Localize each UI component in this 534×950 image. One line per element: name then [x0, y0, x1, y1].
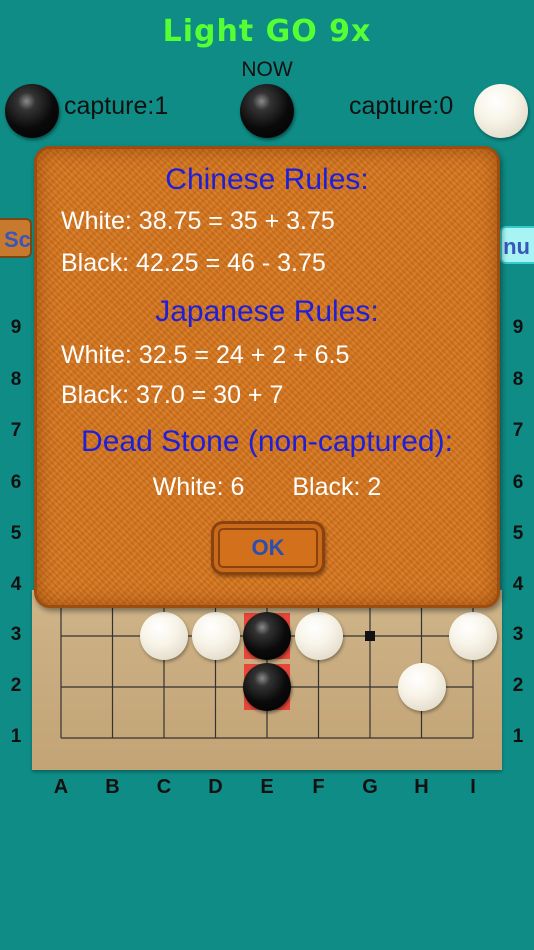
current-turn-stone	[240, 84, 294, 138]
chinese-white-score: White: 38.75 = 35 + 3.75	[61, 207, 335, 235]
score-dialog: Chinese Rules: White: 38.75 = 35 + 3.75 …	[34, 146, 500, 608]
japanese-white-score: White: 32.5 = 24 + 2 + 6.5	[61, 341, 350, 369]
white-capture-count: capture:0	[349, 92, 454, 120]
white-stone-I3	[449, 612, 497, 660]
row-label-left-9: 9	[10, 317, 22, 338]
white-stone-C3	[140, 612, 188, 660]
score-button[interactable]: Sc	[0, 218, 32, 258]
row-label-left-1: 1	[10, 726, 22, 747]
chinese-rules-heading: Chinese Rules:	[165, 163, 369, 196]
row-label-right-7: 7	[512, 420, 524, 441]
black-stone-E2	[243, 663, 291, 711]
column-label-E: E	[260, 776, 274, 798]
white-stone-F3	[294, 612, 343, 660]
chinese-black-score: Black: 42.25 = 46 - 3.75	[61, 249, 326, 277]
row-label-right-8: 8	[512, 369, 524, 390]
row-label-left-5: 5	[10, 523, 22, 544]
column-label-A: A	[53, 776, 69, 798]
column-label-F: F	[312, 776, 325, 798]
last-move-marker	[365, 631, 375, 641]
dead-stone-heading: Dead Stone (non-captured):	[81, 425, 453, 458]
white-stone-H2	[397, 663, 446, 711]
column-label-I: I	[470, 776, 476, 798]
white-stone-D3	[191, 612, 240, 660]
go-board[interactable]	[32, 590, 502, 770]
column-label-H: H	[414, 776, 429, 798]
ok-button[interactable]: OK	[211, 521, 325, 575]
row-label-left-7: 7	[10, 420, 22, 441]
column-label-D: D	[208, 776, 223, 798]
japanese-rules-heading: Japanese Rules:	[155, 295, 379, 328]
column-label-C: C	[156, 776, 172, 798]
menu-button[interactable]: nu	[500, 226, 534, 264]
row-label-right-6: 6	[512, 472, 524, 493]
row-label-right-5: 5	[512, 523, 524, 544]
row-label-right-4: 4	[512, 574, 524, 595]
row-label-right-9: 9	[512, 317, 524, 338]
column-label-B: B	[105, 776, 120, 798]
dead-black-count: Black: 2	[292, 473, 382, 501]
dead-stone-values: White: 6 Black: 2	[37, 473, 497, 502]
japanese-black-score: Black: 37.0 = 30 + 7	[61, 381, 284, 409]
row-label-left-6: 6	[10, 472, 22, 493]
dead-white-count: White: 6	[152, 473, 245, 501]
row-label-left-8: 8	[10, 369, 22, 390]
black-player-stone	[5, 84, 59, 138]
row-label-right-3: 3	[512, 624, 524, 645]
turn-label: NOW	[241, 58, 293, 81]
column-label-G: G	[362, 776, 378, 798]
row-label-right-1: 1	[512, 726, 524, 747]
row-label-left-3: 3	[10, 624, 22, 645]
black-stone-E3	[243, 612, 291, 660]
app-title: Light GO 9x	[162, 14, 372, 49]
row-label-left-2: 2	[10, 675, 22, 696]
black-capture-count: capture:1	[64, 92, 169, 120]
row-label-left-4: 4	[10, 574, 22, 595]
white-player-stone	[474, 84, 528, 138]
row-label-right-2: 2	[512, 675, 524, 696]
